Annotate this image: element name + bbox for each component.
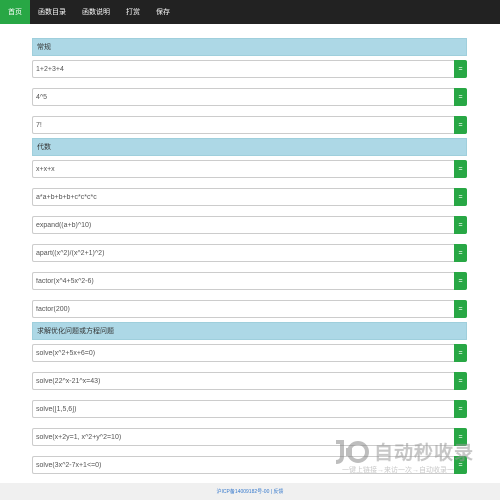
evaluate-button[interactable]: = [454,300,467,318]
footer: 沪ICP备14009182号-00 | 反馈 [0,483,500,500]
section-header-basic: 常规 [32,38,467,56]
nav-item-function-docs[interactable]: 函数说明 [74,0,118,24]
evaluate-button[interactable]: = [454,160,467,178]
footer-link[interactable]: 沪ICP备14009182号-00 | 反馈 [217,488,284,495]
nav-item-function-catalog[interactable]: 函数目录 [30,0,74,24]
expression-input[interactable] [32,456,454,474]
expression-input[interactable] [32,88,454,106]
evaluate-button[interactable]: = [454,400,467,418]
main-content: 常规 = = = 代数 = = = = = = 求解优化问题或方程问题 = [32,38,467,484]
expression-row: = [32,300,467,318]
nav-item-save[interactable]: 保存 [148,0,178,24]
expression-row: = [32,428,467,446]
evaluate-button[interactable]: = [454,456,467,474]
expression-input[interactable] [32,216,454,234]
expression-input[interactable] [32,272,454,290]
nav-item-home[interactable]: 首页 [0,0,30,24]
expression-row: = [32,216,467,234]
evaluate-button[interactable]: = [454,216,467,234]
evaluate-button[interactable]: = [454,428,467,446]
top-navbar: 首页 函数目录 函数说明 打赏 保存 [0,0,500,24]
expression-row: = [32,88,467,106]
expression-input[interactable] [32,244,454,262]
evaluate-button[interactable]: = [454,272,467,290]
expression-input[interactable] [32,300,454,318]
evaluate-button[interactable]: = [454,116,467,134]
evaluate-button[interactable]: = [454,188,467,206]
section-header-solve: 求解优化问题或方程问题 [32,322,467,340]
expression-input[interactable] [32,372,454,390]
expression-input[interactable] [32,188,454,206]
evaluate-button[interactable]: = [454,244,467,262]
expression-row: = [32,272,467,290]
expression-input[interactable] [32,160,454,178]
expression-input[interactable] [32,116,454,134]
section-header-algebra: 代数 [32,138,467,156]
evaluate-button[interactable]: = [454,344,467,362]
expression-row: = [32,372,467,390]
expression-row: = [32,160,467,178]
evaluate-button[interactable]: = [454,88,467,106]
expression-row: = [32,244,467,262]
expression-input[interactable] [32,428,454,446]
evaluate-button[interactable]: = [454,60,467,78]
expression-input[interactable] [32,400,454,418]
expression-row: = [32,400,467,418]
expression-row: = [32,60,467,78]
expression-row: = [32,188,467,206]
expression-input[interactable] [32,60,454,78]
nav-item-donate[interactable]: 打赏 [118,0,148,24]
expression-input[interactable] [32,344,454,362]
expression-row: = [32,344,467,362]
expression-row: = [32,116,467,134]
evaluate-button[interactable]: = [454,372,467,390]
expression-row: = [32,456,467,474]
